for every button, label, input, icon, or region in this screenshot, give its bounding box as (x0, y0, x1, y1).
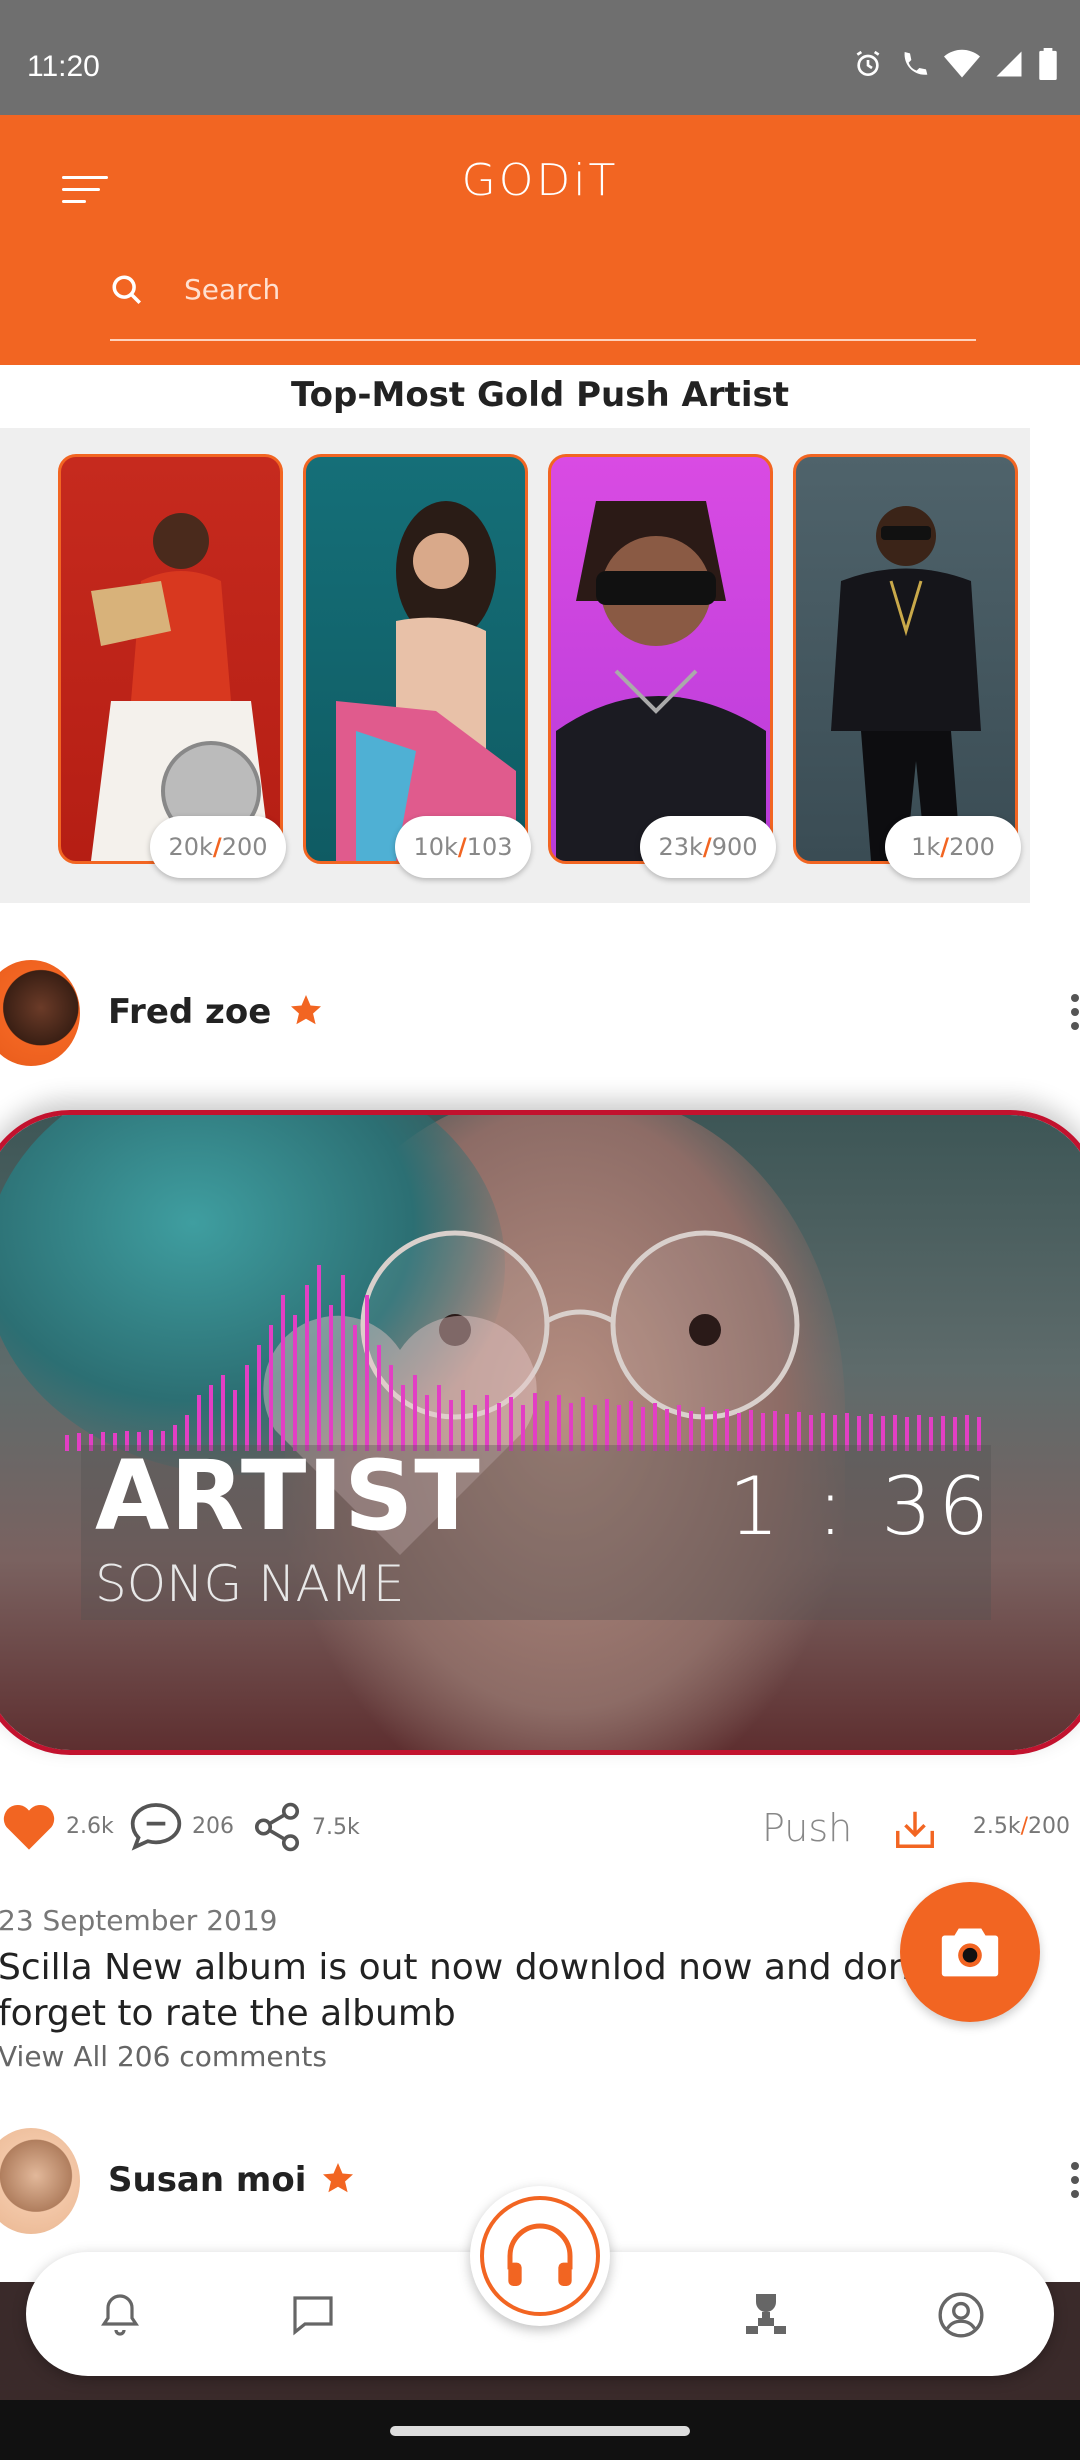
media-song-text: SONG NAME (95, 1555, 405, 1613)
status-icons (852, 48, 1058, 80)
alarm-icon (856, 50, 880, 76)
leaderboard-icon[interactable] (742, 2290, 790, 2338)
home-indicator[interactable] (390, 2426, 690, 2436)
avatar[interactable] (0, 2128, 80, 2234)
share-count: 7.5k (312, 1814, 360, 1840)
like-count: 2.6k (66, 1813, 114, 1839)
music-player-button[interactable] (470, 2186, 610, 2326)
profile-icon[interactable] (936, 2290, 986, 2340)
media-time-text: 1 : 36 (728, 1460, 995, 1553)
artist-stat-badge: 20k/200 (150, 816, 286, 878)
post-caption: Scilla New album is out now downlod now … (0, 1947, 935, 2034)
post-actions: 2.6k 206 7.5k Push 2.5k/200 (0, 1800, 1080, 1860)
comment-icon (130, 1803, 182, 1851)
search-bar[interactable] (110, 255, 976, 341)
battery-icon (1039, 48, 1057, 80)
wifi-icon (944, 49, 980, 78)
artist-photo (90, 513, 271, 861)
avatar[interactable] (0, 960, 80, 1066)
status-bar: 11:20 (0, 0, 1080, 115)
artist-photo (830, 506, 981, 861)
star-icon (323, 2163, 353, 2193)
headphones-icon (507, 2223, 573, 2286)
like-button[interactable]: 2.6k (0, 1800, 114, 1852)
search-icon (112, 275, 142, 305)
more-options-icon[interactable] (1068, 988, 1080, 1036)
artist-card[interactable] (303, 454, 528, 864)
share-icon (254, 1802, 300, 1852)
post-media[interactable]: ARTIST SONG NAME 1 : 36 (0, 1110, 1080, 1755)
artist-card[interactable] (58, 454, 283, 864)
post-author[interactable]: Fred zoe (108, 992, 271, 1032)
star-icon (291, 995, 321, 1025)
audio-waveform (65, 1265, 981, 1451)
comment-button[interactable]: 206 (128, 1800, 234, 1852)
search-input[interactable] (184, 261, 944, 317)
top-artists-title: Top-Most Gold Push Artist (291, 375, 789, 415)
artist-card[interactable] (793, 454, 1018, 864)
signal-icon (996, 51, 1022, 77)
camera-icon (941, 1928, 999, 1977)
artist-stat-badge: 1k/200 (885, 816, 1021, 878)
artist-stat-badge: 10k/103 (395, 816, 531, 878)
push-button[interactable]: Push (762, 1806, 852, 1850)
wifi-call-icon (904, 52, 928, 75)
share-button[interactable]: 7.5k (250, 1800, 360, 1854)
comment-count: 206 (192, 1813, 234, 1839)
post-date: 23 September 2019 (0, 1904, 278, 1937)
artist-stat-badge: 23k/900 (640, 816, 776, 878)
post-author[interactable]: Susan moi (108, 2160, 306, 2200)
heart-icon (3, 1804, 55, 1850)
status-time: 11:20 (27, 50, 100, 83)
camera-button[interactable] (900, 1882, 1040, 2022)
artist-photo (555, 501, 766, 861)
download-icon[interactable] (892, 1804, 938, 1854)
view-comments-link[interactable]: View All 206 comments (0, 2040, 327, 2073)
artist-photo (335, 501, 516, 861)
bell-icon[interactable] (96, 2290, 144, 2338)
artist-card[interactable] (548, 454, 773, 864)
push-count: 2.5k/200 (972, 1814, 1070, 1839)
media-artist-text: ARTIST (95, 1440, 481, 1552)
post-header: Fred zoe (0, 960, 1080, 1070)
system-nav-bar (0, 2400, 1080, 2460)
app-title: GODiT (461, 155, 619, 206)
chat-icon[interactable] (288, 2290, 338, 2338)
more-options-icon[interactable] (1068, 2156, 1080, 2204)
top-artists-strip: 20k/200 10k/103 23k/900 1k/200 (0, 428, 1030, 903)
